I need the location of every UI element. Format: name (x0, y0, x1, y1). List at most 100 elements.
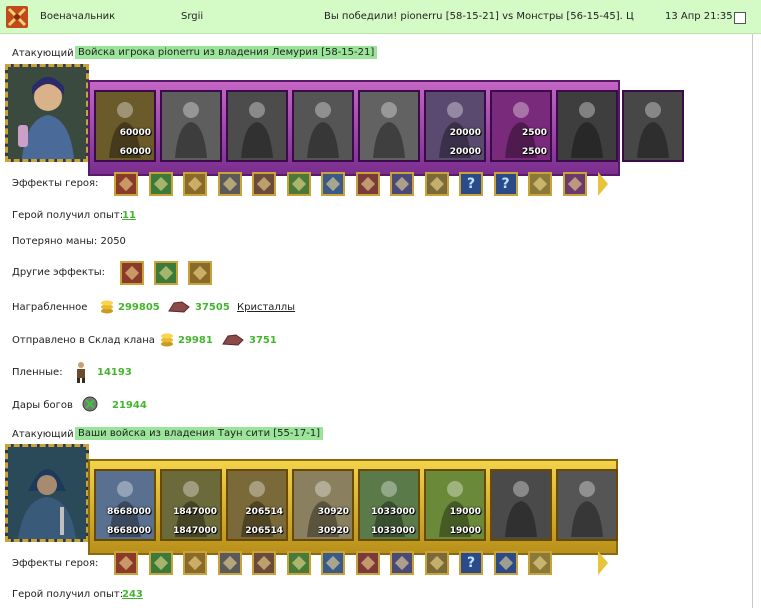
unit-card[interactable] (556, 469, 618, 541)
scroll-right-arrow[interactable] (598, 172, 608, 196)
army2-role-label: Атакующий (12, 429, 74, 440)
unit-card[interactable] (226, 90, 288, 162)
lantern-icon[interactable] (183, 172, 207, 196)
army2-unit-strip: 8668000 8668000 1847000 1847000 206514 206514… (88, 459, 618, 555)
crystals-link[interactable]: Кристаллы (237, 302, 295, 313)
unit-count-before: 20000 (449, 128, 481, 138)
army1-exp-label: Герой получил опыт: (12, 210, 124, 221)
unit-card[interactable] (490, 469, 552, 541)
effect-glyph (567, 176, 582, 192)
army1-exp-value[interactable]: 11 (122, 210, 136, 221)
sword-icon[interactable] (286, 551, 311, 575)
header-battle-result[interactable]: Вы победили! pionerru [58-15-21] vs Монс… (324, 11, 634, 22)
potion-icon[interactable] (148, 172, 173, 196)
helmet-icon[interactable] (217, 172, 242, 196)
scroll-icon[interactable] (424, 172, 449, 196)
effect-glyph (187, 176, 203, 192)
unit-count-before: 30920 (317, 507, 349, 517)
ring-icon[interactable] (528, 172, 552, 196)
unit-card[interactable]: 1033000 1033000 (358, 469, 420, 541)
unit-count-after: 19000 (449, 526, 481, 536)
hero1-portrait[interactable] (5, 64, 89, 162)
effect-glyph (325, 555, 341, 571)
blade-icon[interactable] (188, 261, 212, 285)
unit-card[interactable]: 20000 20000 (424, 90, 486, 162)
prisoners-label: Пленные: (12, 367, 63, 378)
unit-figure (505, 481, 537, 537)
army2-exp-value[interactable]: 243 (122, 589, 143, 600)
effect-glyph (153, 176, 168, 192)
unit-count-after: 20000 (449, 147, 481, 157)
sword-shield-icon[interactable] (120, 261, 144, 285)
crossed-swords-icon[interactable] (355, 172, 380, 196)
armor-icon[interactable] (424, 551, 449, 575)
scroll-right-arrow[interactable] (598, 551, 608, 575)
unit-card[interactable]: 2500 2500 (490, 90, 552, 162)
effect-glyph (429, 176, 444, 192)
unit-card[interactable] (160, 90, 222, 162)
unit-count-after: 1847000 (173, 526, 217, 536)
effect-glyph (118, 176, 134, 192)
effect-glyph (222, 555, 237, 571)
orb-icon[interactable] (321, 172, 345, 196)
hand-icon[interactable] (321, 551, 345, 575)
unit-card[interactable]: 19000 19000 (424, 469, 486, 541)
necklace-icon[interactable] (562, 172, 587, 196)
unit-card[interactable]: 8668000 8668000 (94, 469, 156, 541)
dice-icon[interactable] (183, 551, 207, 575)
trap-icon[interactable] (390, 551, 414, 575)
effect-glyph (394, 176, 410, 192)
shield-icon[interactable] (217, 551, 242, 575)
army1-role-label: Атакующий (12, 48, 74, 59)
handshake-icon[interactable] (252, 551, 276, 575)
unit-figure (175, 102, 207, 158)
effect-glyph (360, 555, 375, 571)
unit-card[interactable]: 30920 30920 (292, 469, 354, 541)
unit-card[interactable] (622, 90, 684, 162)
staff-icon[interactable] (286, 172, 311, 196)
cloak-icon[interactable] (355, 551, 380, 575)
header-date: 13 Апр 21:35 (665, 11, 733, 22)
unit-card[interactable]: 60000 60000 (94, 90, 156, 162)
effect-glyph (291, 555, 306, 571)
unit-card[interactable]: 1847000 1847000 (160, 469, 222, 541)
gifts-value: 21944 (112, 400, 147, 411)
question-icon[interactable]: ? (459, 172, 483, 196)
chain-icon[interactable] (252, 172, 276, 196)
hero2-portrait[interactable] (5, 444, 89, 542)
effect-glyph (291, 176, 306, 192)
rune-icon[interactable] (390, 172, 414, 196)
chest-icon[interactable] (114, 551, 138, 575)
armor-icon[interactable] (493, 551, 518, 575)
clan-crystal-value: 3751 (249, 335, 277, 346)
unit-count-before: 206514 (245, 507, 283, 517)
unit-card[interactable]: 206514 206514 (226, 469, 288, 541)
army2-title[interactable]: Ваши войска из владения Таун сити [55-17… (75, 427, 324, 440)
tower-icon[interactable] (148, 551, 173, 575)
unit-card[interactable] (292, 90, 354, 162)
question-icon[interactable]: ? (493, 172, 518, 196)
prisoners-value: 14193 (97, 367, 132, 378)
army1-title[interactable]: Войска игрока pionerru из владения Лемур… (75, 46, 378, 59)
fire-sword-icon[interactable] (114, 172, 138, 196)
question-icon[interactable]: ? (459, 551, 483, 575)
crossed-swords-icon[interactable] (154, 261, 178, 285)
gold-coins-icon (161, 333, 173, 347)
effect-glyph (118, 555, 134, 571)
unit-figure (241, 102, 273, 158)
unit-count-after: 206514 (245, 526, 283, 536)
unit-count-before: 2500 (521, 128, 547, 138)
select-checkbox[interactable] (734, 12, 746, 24)
unit-count-before: 8668000 (107, 507, 151, 517)
clan-gold-value: 29981 (178, 335, 213, 346)
loot-crystal-value: 37505 (195, 302, 230, 313)
unit-count-before: 60000 (119, 128, 151, 138)
header-user[interactable]: Srgii (181, 11, 203, 22)
hero1-avatar (8, 67, 86, 159)
unit-card[interactable] (358, 90, 420, 162)
unit-card[interactable] (556, 90, 618, 162)
ring-icon[interactable] (528, 551, 552, 575)
effect-glyph (429, 555, 444, 571)
header-role: Военачальник (40, 11, 116, 22)
effect-glyph (325, 176, 341, 192)
